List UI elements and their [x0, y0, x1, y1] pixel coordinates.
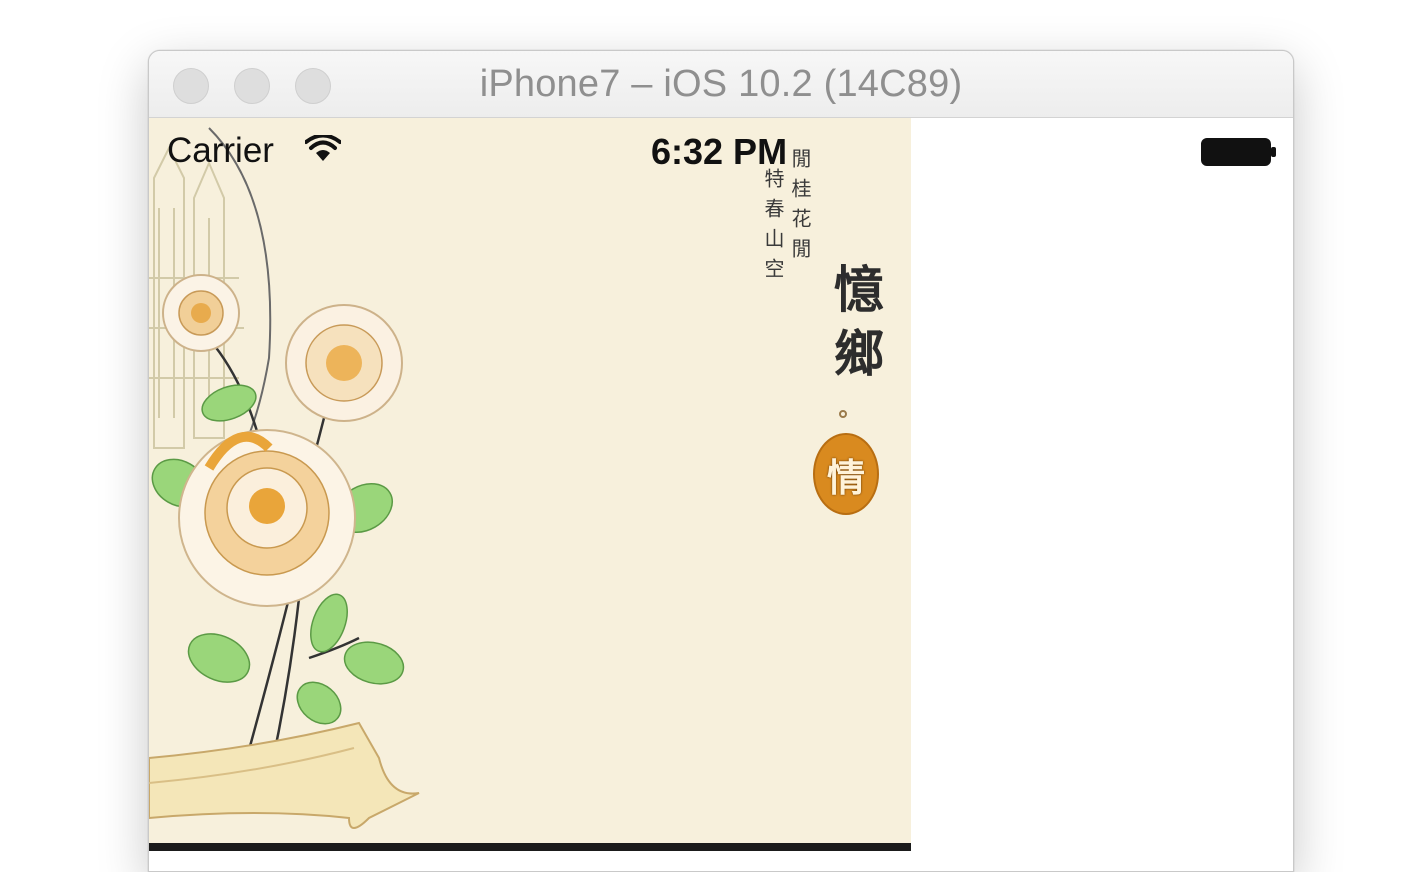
seal-stamp: 情 [813, 433, 879, 515]
title-bar[interactable]: iPhone7 – iOS 10.2 (14C89) [149, 51, 1293, 118]
carrier-label: Carrier [167, 131, 274, 170]
calligraphy-title: 憶鄉 [826, 263, 885, 391]
poem-line-1: 特春山空 [761, 168, 785, 288]
wifi-icon [305, 135, 341, 161]
separator-dot [839, 410, 847, 418]
status-bar: Carrier 6:32 PM [149, 118, 1293, 184]
background-image: 特春山空 閒桂花閒 憶鄉 情 [149, 118, 911, 851]
seal-character: 情 [826, 454, 865, 500]
window-title: iPhone7 – iOS 10.2 (14C89) [479, 63, 963, 105]
status-time: 6:32 PM [651, 131, 788, 172]
simulator-screen[interactable]: 特春山空 閒桂花閒 憶鄉 情 Carrier 6:32 PM [149, 118, 1293, 871]
battery-full-icon [1201, 138, 1276, 166]
simulator-window: iPhone7 – iOS 10.2 (14C89) 特春山空 閒桂花閒 憶鄉 … [148, 50, 1294, 872]
